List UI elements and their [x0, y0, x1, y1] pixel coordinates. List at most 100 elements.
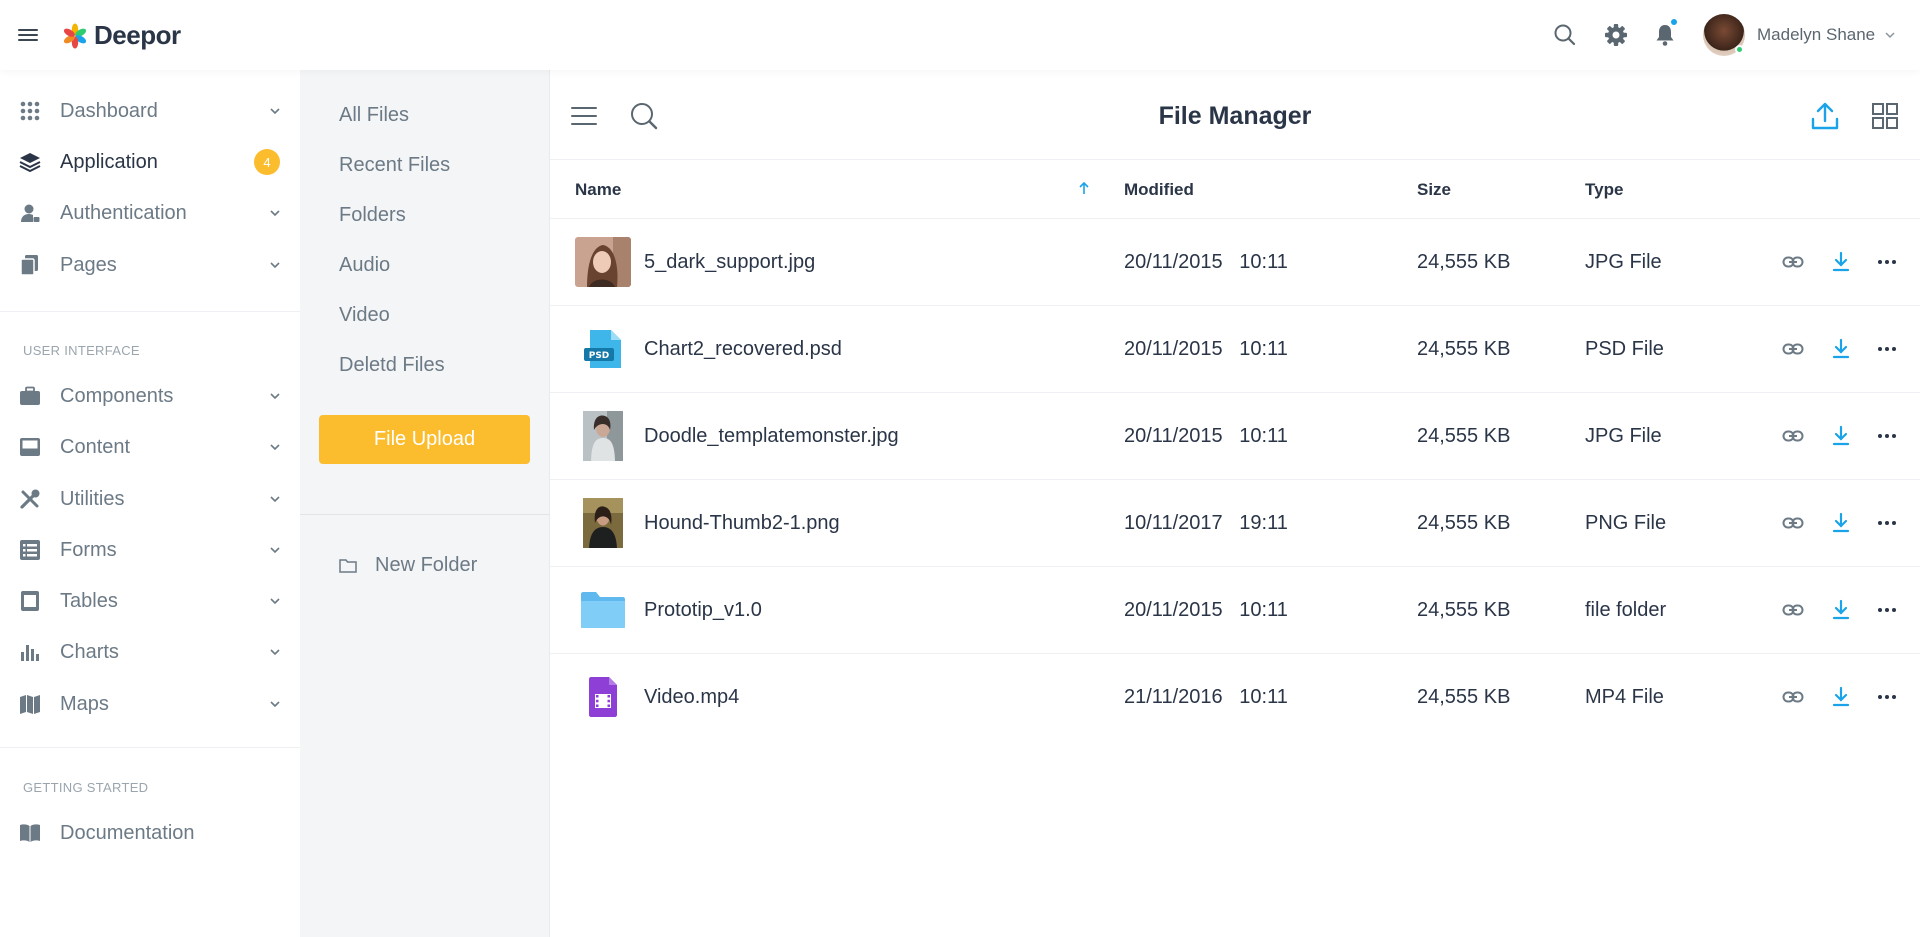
app-name: Deepor — [94, 20, 181, 50]
panel-divider — [300, 514, 549, 515]
copy-link-button[interactable] — [1781, 337, 1805, 361]
link-icon — [1782, 604, 1804, 616]
file-thumbnail — [575, 672, 631, 722]
sidebar-item-utilities[interactable]: Utilities — [0, 477, 300, 521]
sidebar-item-forms[interactable]: Forms — [0, 528, 300, 572]
download-icon — [1832, 512, 1850, 533]
sidebar-item-label: Application — [60, 150, 158, 173]
gear-icon[interactable] — [1603, 22, 1629, 48]
chevron-down-icon — [270, 262, 280, 269]
file-thumbnail — [575, 585, 631, 635]
bar-chart-icon — [21, 645, 39, 661]
link-audio[interactable]: Audio — [339, 254, 390, 277]
chevron-down-icon — [270, 393, 280, 400]
table-row[interactable]: Video.mp4 21/11/2016 10:11 24,555 KB MP4… — [550, 654, 1920, 741]
photo-woman-forest — [583, 498, 623, 548]
notifications-button[interactable] — [1652, 19, 1678, 48]
sidebar-item-label: Forms — [60, 538, 117, 561]
folder-icon — [581, 592, 625, 628]
download-button[interactable] — [1829, 598, 1853, 622]
copy-link-button[interactable] — [1781, 598, 1805, 622]
grid-view-icon[interactable] — [1870, 101, 1900, 131]
file-modified: 20/11/2015 10:11 — [1124, 599, 1288, 621]
column-header-name[interactable]: Name — [575, 180, 621, 200]
column-header-size[interactable]: Size — [1417, 180, 1451, 200]
user-lock-icon — [21, 204, 40, 222]
table-row[interactable]: 5_dark_support.jpg 20/11/2015 10:11 24,5… — [550, 219, 1920, 306]
list-menu-icon[interactable] — [569, 101, 599, 131]
column-header-modified[interactable]: Modified — [1124, 180, 1194, 200]
menu-toggle-icon[interactable] — [18, 26, 42, 46]
more-horizontal-icon — [1878, 347, 1896, 351]
file-size: 24,555 KB — [1417, 512, 1511, 534]
download-button[interactable] — [1829, 337, 1853, 361]
download-button[interactable] — [1829, 250, 1853, 274]
file-modified: 20/11/2015 10:11 — [1124, 338, 1288, 360]
file-size: 24,555 KB — [1417, 599, 1511, 621]
more-options-button[interactable] — [1875, 250, 1899, 274]
table-row[interactable]: Prototip_v1.0 20/11/2015 10:11 24,555 KB… — [550, 567, 1920, 654]
more-horizontal-icon — [1878, 260, 1896, 264]
new-folder-button[interactable]: New Folder — [339, 554, 477, 577]
pages-icon — [20, 255, 38, 276]
user-menu[interactable]: Madelyn Shane — [1703, 14, 1895, 56]
table-header: Name Modified Size Type — [550, 160, 1920, 219]
copy-link-button[interactable] — [1781, 424, 1805, 448]
copy-link-button[interactable] — [1781, 511, 1805, 535]
file-modified: 20/11/2015 10:11 — [1124, 425, 1288, 447]
sidebar-item-label: Pages — [60, 253, 117, 276]
link-all-files[interactable]: All Files — [339, 104, 409, 127]
file-type: JPG File — [1585, 251, 1662, 273]
column-header-type[interactable]: Type — [1585, 180, 1623, 200]
sidebar-item-application[interactable]: Application 4 — [0, 140, 300, 184]
video-file-icon — [589, 677, 617, 717]
search-icon[interactable] — [629, 101, 659, 131]
search-icon[interactable] — [1552, 22, 1578, 48]
more-options-button[interactable] — [1875, 511, 1899, 535]
file-type: PNG File — [1585, 512, 1667, 534]
download-button[interactable] — [1829, 685, 1853, 709]
section-heading: USER INTERFACE — [23, 343, 140, 358]
link-folders[interactable]: Folders — [339, 204, 406, 227]
sidebar-item-maps[interactable]: Maps — [0, 682, 300, 726]
more-options-button[interactable] — [1875, 337, 1899, 361]
download-icon — [1832, 425, 1850, 446]
file-manager-header: File Manager — [550, 70, 1920, 160]
link-recent-files[interactable]: Recent Files — [339, 154, 450, 177]
file-type: JPG File — [1585, 425, 1662, 447]
download-icon — [1832, 338, 1850, 359]
download-button[interactable] — [1829, 511, 1853, 535]
sidebar-item-charts[interactable]: Charts — [0, 630, 300, 674]
sidebar-item-dashboard[interactable]: Dashboard — [0, 89, 300, 133]
file-modified: 20/11/2015 10:11 — [1124, 251, 1288, 273]
more-horizontal-icon — [1878, 608, 1896, 612]
table-row[interactable]: PSD Chart2_recovered.psd 20/11/2015 10:1… — [550, 306, 1920, 393]
sidebar-item-authentication[interactable]: Authentication — [0, 191, 300, 235]
more-options-button[interactable] — [1875, 424, 1899, 448]
chevron-down-icon — [1885, 32, 1895, 39]
sidebar-item-components[interactable]: Components — [0, 374, 300, 418]
link-video[interactable]: Video — [339, 304, 390, 327]
tools-icon — [20, 489, 40, 509]
sidebar-item-tables[interactable]: Tables — [0, 579, 300, 623]
sidebar-item-content[interactable]: Content — [0, 425, 300, 469]
book-icon — [20, 824, 40, 842]
file-type: file folder — [1585, 599, 1667, 621]
download-button[interactable] — [1829, 424, 1853, 448]
link-deleted-files[interactable]: Deletd Files — [339, 354, 445, 377]
more-options-button[interactable] — [1875, 685, 1899, 709]
copy-link-button[interactable] — [1781, 250, 1805, 274]
chevron-down-icon — [270, 496, 280, 503]
sidebar-item-documentation[interactable]: Documentation — [0, 811, 300, 855]
brand-logo[interactable]: Deepor — [62, 20, 181, 51]
avatar — [1703, 14, 1745, 56]
upload-icon[interactable] — [1810, 101, 1840, 131]
file-upload-button[interactable]: File Upload — [319, 415, 530, 464]
psd-file-icon: PSD — [584, 330, 621, 368]
table-row[interactable]: Doodle_templatemonster.jpg 20/11/2015 10… — [550, 393, 1920, 480]
copy-link-button[interactable] — [1781, 685, 1805, 709]
more-options-button[interactable] — [1875, 598, 1899, 622]
sort-ascending-icon[interactable] — [1077, 180, 1091, 196]
sidebar-item-pages[interactable]: Pages — [0, 243, 300, 287]
table-row[interactable]: Hound-Thumb2-1.png 10/11/2017 19:11 24,5… — [550, 480, 1920, 567]
